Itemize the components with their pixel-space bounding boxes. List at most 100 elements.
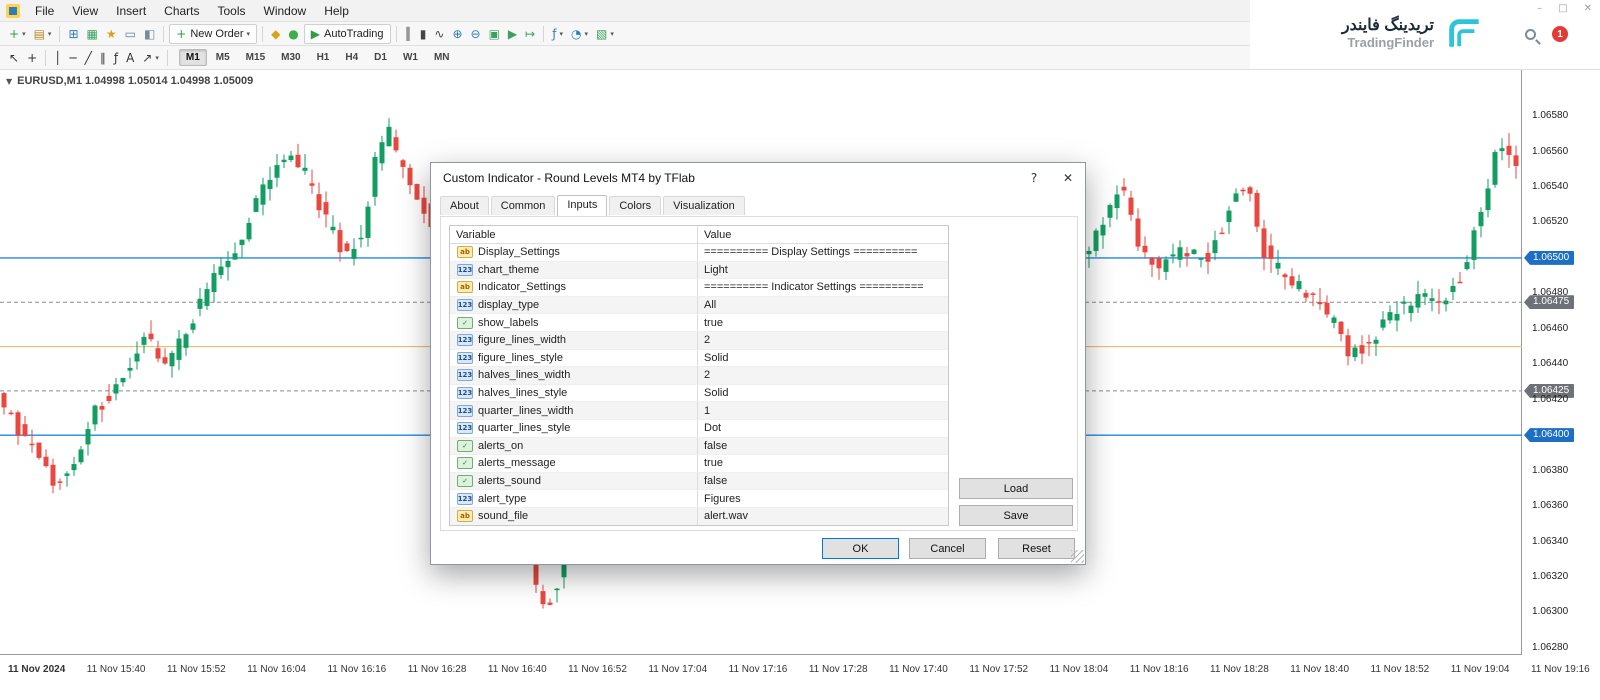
param-row-quarter_lines_width[interactable]: 123quarter_lines_width1 xyxy=(450,402,948,420)
param-row-alerts_message[interactable]: ✓alerts_messagetrue xyxy=(450,455,948,473)
vertical-line-icon[interactable]: │ xyxy=(51,48,64,68)
search-icon[interactable] xyxy=(1525,29,1536,40)
terminal-icon[interactable]: ▭ xyxy=(122,24,139,44)
arrows-dropdown-caret-icon[interactable]: ▾ xyxy=(155,54,159,62)
indicators-dropdown-caret-icon[interactable]: ▾ xyxy=(559,30,563,38)
tile-windows-icon[interactable]: ▣ xyxy=(486,24,503,44)
param-value[interactable]: 2 xyxy=(698,332,948,349)
param-row-chart_theme[interactable]: 123chart_themeLight xyxy=(450,262,948,280)
dialog-close-icon[interactable]: ✕ xyxy=(1051,163,1085,193)
param-value[interactable]: Solid xyxy=(698,350,948,367)
autotrading-button[interactable]: ▶AutoTrading xyxy=(304,24,391,44)
timeframe-m5-button[interactable]: M5 xyxy=(209,49,237,66)
cursor-icon[interactable]: ↖ xyxy=(6,48,22,68)
timeframe-h4-button[interactable]: H4 xyxy=(338,49,365,66)
param-value[interactable]: Solid xyxy=(698,385,948,402)
metaeditor-icon[interactable]: ◆ xyxy=(268,24,283,44)
param-row-Display_Settings[interactable]: abDisplay_Settings========== Display Set… xyxy=(450,244,948,262)
timeframe-mn-button[interactable]: MN xyxy=(427,49,457,66)
periods-icon[interactable]: ◔▾ xyxy=(568,24,591,44)
horizontal-line-icon[interactable]: ─ xyxy=(66,48,79,68)
arrows-icon[interactable]: ↗▾ xyxy=(139,48,162,68)
param-value[interactable]: Dot xyxy=(698,420,948,437)
navigator-icon[interactable]: ★ xyxy=(103,24,120,44)
param-row-alert_type[interactable]: 123alert_typeFigures xyxy=(450,490,948,508)
param-value[interactable]: 2 xyxy=(698,367,948,384)
trendline-icon[interactable]: ╱ xyxy=(82,48,95,68)
tab-common[interactable]: Common xyxy=(491,196,556,215)
crosshair-icon[interactable]: + xyxy=(24,48,40,68)
param-value[interactable]: true xyxy=(698,455,948,472)
param-row-alerts_on[interactable]: ✓alerts_onfalse xyxy=(450,438,948,456)
timeframe-d1-button[interactable]: D1 xyxy=(367,49,394,66)
dialog-title-bar[interactable]: Custom Indicator - Round Levels MT4 by T… xyxy=(431,163,1085,193)
text-label-icon[interactable]: A xyxy=(123,48,137,68)
chart-profiles-dropdown-caret-icon[interactable]: ▾ xyxy=(48,30,52,38)
param-row-sound_file[interactable]: absound_filealert.wav xyxy=(450,508,948,526)
param-value[interactable]: ========== Display Settings ========== xyxy=(698,244,948,261)
price-axis[interactable]: 1.065801.065601.065401.065201.065001.064… xyxy=(1523,70,1600,655)
timeframe-h1-button[interactable]: H1 xyxy=(310,49,337,66)
menu-charts[interactable]: Charts xyxy=(155,2,208,20)
param-row-figure_lines_width[interactable]: 123figure_lines_width2 xyxy=(450,332,948,350)
load-button[interactable]: Load xyxy=(959,478,1073,499)
param-value[interactable]: 1 xyxy=(698,402,948,419)
timeframe-m1-button[interactable]: M1 xyxy=(179,49,207,66)
save-button[interactable]: Save xyxy=(959,505,1073,526)
tab-visualization[interactable]: Visualization xyxy=(663,196,745,215)
menu-insert[interactable]: Insert xyxy=(107,2,155,20)
chart-profiles-icon[interactable]: ▤▾ xyxy=(31,24,55,44)
chart-shift-icon[interactable]: ↦ xyxy=(522,24,538,44)
param-row-show_labels[interactable]: ✓show_labelstrue xyxy=(450,314,948,332)
ok-button[interactable]: OK xyxy=(822,538,899,559)
menu-help[interactable]: Help xyxy=(315,2,358,20)
menu-tools[interactable]: Tools xyxy=(209,2,255,20)
tab-colors[interactable]: Colors xyxy=(609,196,661,215)
menu-file[interactable]: File xyxy=(26,2,63,20)
timeframe-w1-button[interactable]: W1 xyxy=(396,49,425,66)
zoom-out-icon[interactable]: ⊖ xyxy=(468,24,484,44)
timeframe-m15-button[interactable]: M15 xyxy=(239,49,272,66)
data-window-icon[interactable]: ▦ xyxy=(84,24,101,44)
param-row-Indicator_Settings[interactable]: abIndicator_Settings========== Indicator… xyxy=(450,279,948,297)
new-order-button[interactable]: +New Order▾ xyxy=(169,24,257,44)
templates-icon[interactable]: ▧▾ xyxy=(593,24,617,44)
periods-dropdown-caret-icon[interactable]: ▾ xyxy=(584,30,588,38)
templates-dropdown-caret-icon[interactable]: ▾ xyxy=(610,30,614,38)
param-value[interactable]: Light xyxy=(698,262,948,279)
param-value[interactable]: false xyxy=(698,438,948,455)
param-value[interactable]: ========== Indicator Settings ========== xyxy=(698,279,948,296)
param-value[interactable]: alert.wav xyxy=(698,508,948,525)
param-value[interactable]: false xyxy=(698,473,948,490)
param-value[interactable]: true xyxy=(698,314,948,331)
param-row-halves_lines_style[interactable]: 123halves_lines_styleSolid xyxy=(450,385,948,403)
menu-window[interactable]: Window xyxy=(255,2,316,20)
notification-badge[interactable]: 1 xyxy=(1552,26,1568,42)
line-chart-icon[interactable]: ∿ xyxy=(431,24,447,44)
tab-about[interactable]: About xyxy=(440,196,489,215)
experts-icon[interactable]: ● xyxy=(285,24,301,44)
auto-scroll-icon[interactable]: ▶ xyxy=(505,24,520,44)
dialog-resize-grip[interactable] xyxy=(1071,550,1084,563)
market-watch-icon[interactable]: ⊞ xyxy=(65,24,81,44)
time-axis[interactable]: 11 Nov 202411 Nov 15:4011 Nov 15:5211 No… xyxy=(0,659,1600,679)
param-row-display_type[interactable]: 123display_typeAll xyxy=(450,297,948,315)
param-row-halves_lines_width[interactable]: 123halves_lines_width2 xyxy=(450,367,948,385)
candlestick-chart-icon[interactable]: ▮ xyxy=(417,24,430,44)
cancel-button[interactable]: Cancel xyxy=(909,538,986,559)
param-value[interactable]: Figures xyxy=(698,490,948,507)
new-order-dropdown-caret-icon[interactable]: ▾ xyxy=(247,30,251,38)
window-maximize-button[interactable]: □ xyxy=(1558,3,1567,14)
equidistant-channel-icon[interactable]: ∥ xyxy=(97,48,109,68)
dialog-help-button[interactable]: ? xyxy=(1017,163,1051,193)
new-chart-dropdown-caret-icon[interactable]: ▾ xyxy=(22,30,26,38)
new-chart-icon[interactable]: +▾ xyxy=(6,24,29,44)
menu-view[interactable]: View xyxy=(63,2,107,20)
param-value[interactable]: All xyxy=(698,297,948,314)
tab-inputs[interactable]: Inputs xyxy=(557,195,607,216)
indicators-icon[interactable]: ƒ▾ xyxy=(549,24,566,44)
param-row-quarter_lines_style[interactable]: 123quarter_lines_styleDot xyxy=(450,420,948,438)
timeframe-m30-button[interactable]: M30 xyxy=(274,49,307,66)
window-minimize-button[interactable]: – xyxy=(1537,3,1542,14)
param-row-alerts_sound[interactable]: ✓alerts_soundfalse xyxy=(450,473,948,491)
